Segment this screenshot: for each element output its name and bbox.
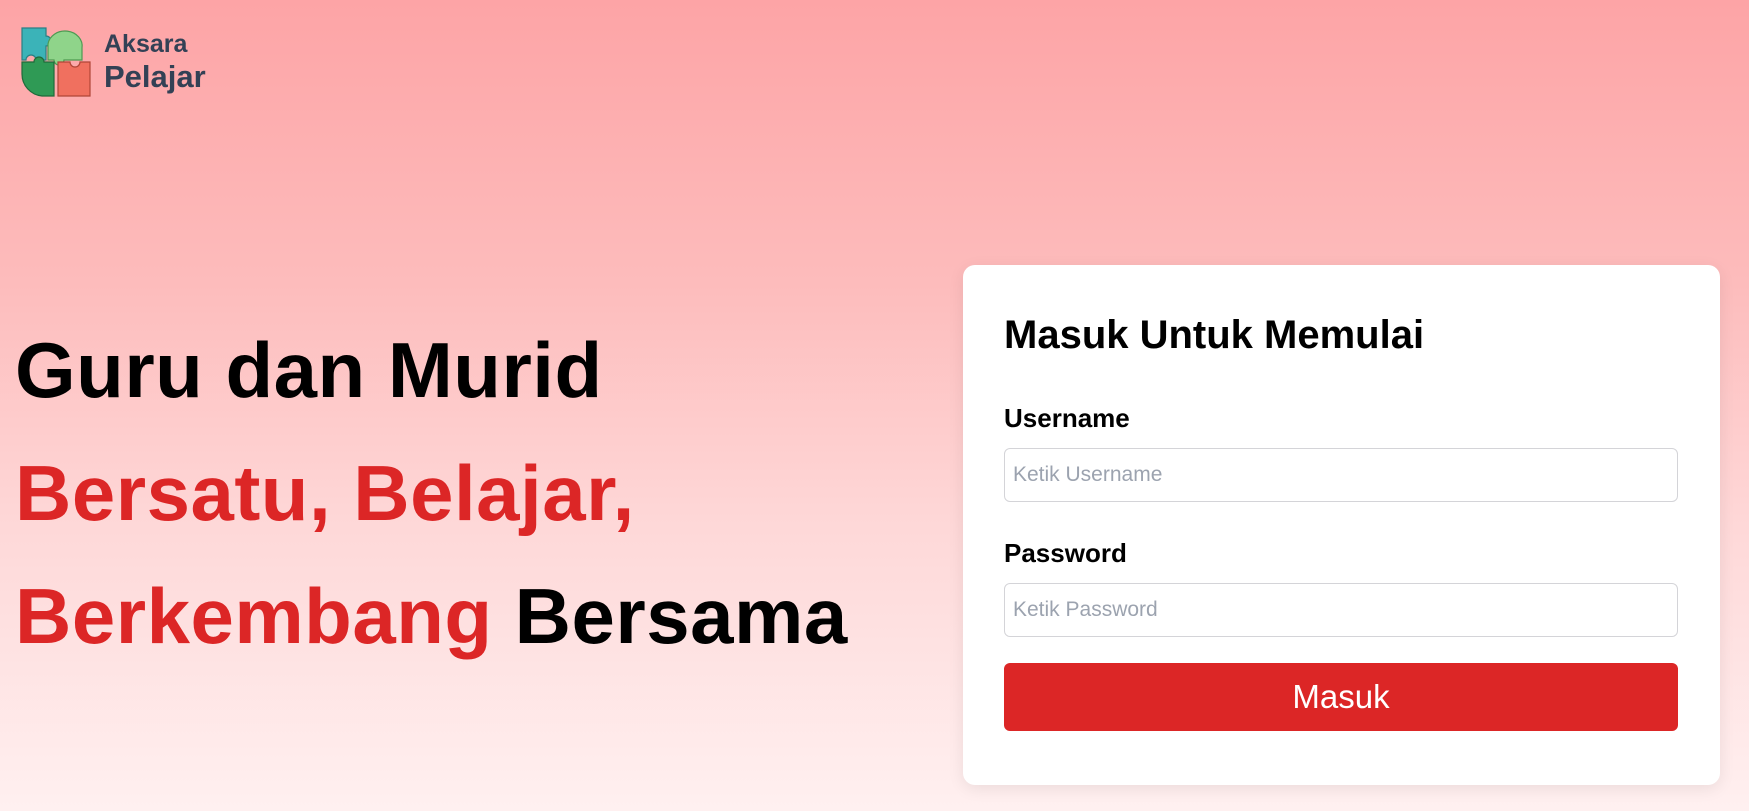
hero-headline: Guru dan Murid Bersatu, Belajar, Berkemb… (15, 326, 848, 678)
hero-line-3-dark: Bersama (514, 572, 848, 660)
hero-line-3: Berkembang Bersama (15, 555, 848, 678)
brand-logo[interactable]: Aksara Pelajar (20, 26, 206, 98)
puzzle-logo-icon (21, 27, 91, 97)
login-submit-button[interactable]: Masuk (1004, 663, 1678, 731)
brand-name-line2: Pelajar (104, 59, 206, 94)
hero-line-2: Bersatu, Belajar, (15, 449, 635, 537)
hero-line-1: Guru dan Murid (15, 326, 603, 414)
brand-name: Aksara Pelajar (104, 30, 206, 94)
login-card: Masuk Untuk Memulai Username Password Ma… (963, 265, 1720, 785)
login-title: Masuk Untuk Memulai (1004, 313, 1425, 357)
password-input[interactable] (1004, 583, 1678, 637)
password-label: Password (1004, 538, 1127, 568)
username-input[interactable] (1004, 448, 1678, 502)
username-label: Username (1004, 403, 1130, 433)
hero-line-3-red: Berkembang (15, 572, 493, 660)
brand-name-line1: Aksara (104, 30, 188, 58)
